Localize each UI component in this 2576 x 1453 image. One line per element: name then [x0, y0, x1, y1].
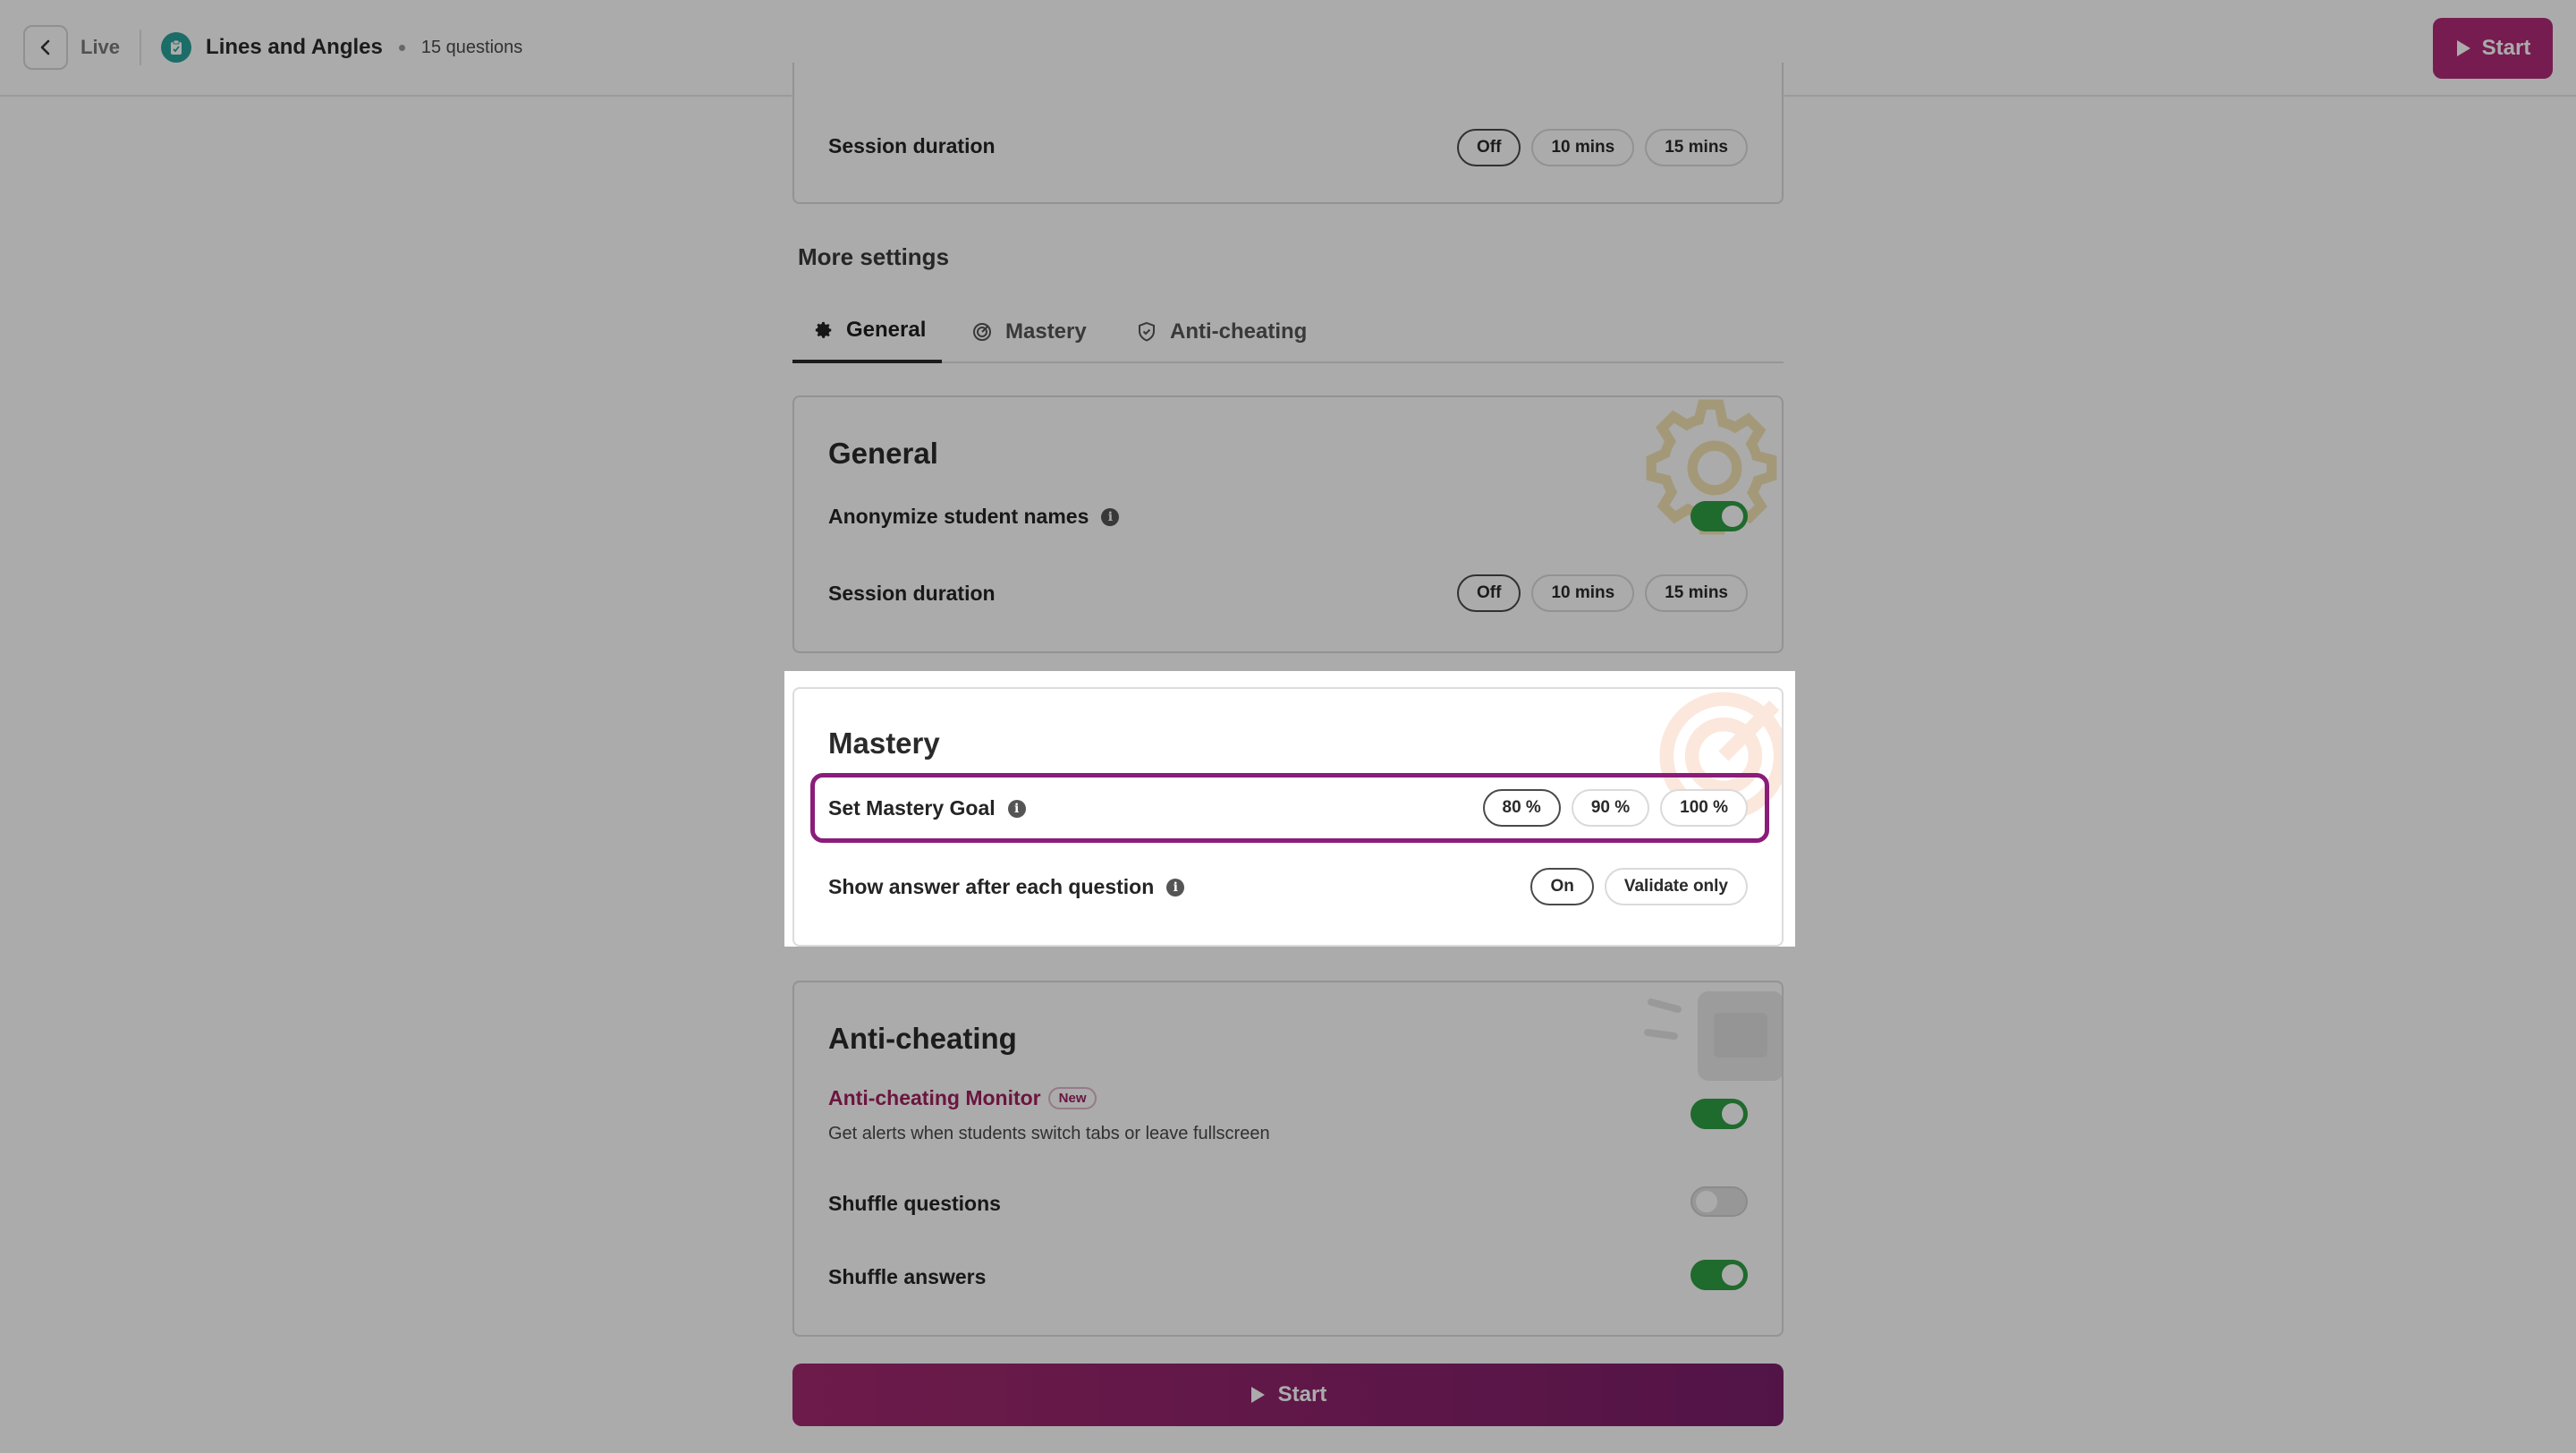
tab-mastery-label: Mastery [1005, 319, 1087, 344]
divider [140, 30, 142, 65]
show-answer-options: On Validate only [1530, 868, 1748, 905]
tab-mastery[interactable]: Mastery [971, 301, 1087, 363]
session-10-option[interactable]: 10 mins [1531, 129, 1635, 166]
shuffle-questions-toggle[interactable] [1690, 1186, 1748, 1217]
quiz-title: Lines and Angles [206, 35, 383, 59]
anti-cheating-title: Anti-cheating [828, 1022, 1017, 1055]
general-session-label: Session duration [828, 582, 996, 605]
tabs-decoration-icon [1644, 991, 1782, 1081]
tab-general[interactable]: General [792, 301, 943, 363]
start-button-bottom[interactable]: Start [792, 1364, 1784, 1426]
play-icon [1250, 1387, 1265, 1403]
show-answer-label: Show answer after each question [828, 875, 1155, 898]
session-card-top: Session duration Off 10 mins 15 mins [792, 63, 1784, 204]
mastery-goal-highlight [810, 773, 1769, 843]
info-icon[interactable]: i [1166, 878, 1185, 896]
quiz-icon [161, 32, 192, 63]
tab-anti-cheating[interactable]: Anti-cheating [1136, 301, 1307, 363]
session-15-option[interactable]: 15 mins [1645, 129, 1748, 166]
settings-tabs: General Mastery Anti-cheating [792, 301, 1784, 363]
answer-validate-option[interactable]: Validate only [1604, 868, 1748, 905]
start-label: Start [1277, 1382, 1327, 1406]
shield-icon [1139, 321, 1155, 342]
monitor-description: Get alerts when students switch tabs or … [828, 1124, 1270, 1143]
show-answer-row: Show answer after each question i [828, 875, 1185, 899]
session-duration-label: Session duration [828, 134, 996, 157]
monitor-toggle[interactable] [1690, 1099, 1748, 1129]
tab-general-label: General [846, 318, 927, 342]
mastery-title: Mastery [828, 726, 940, 760]
target-icon [973, 323, 991, 341]
general-title: General [828, 437, 938, 470]
answer-on-option[interactable]: On [1530, 868, 1594, 905]
general-session-off-option[interactable]: Off [1457, 574, 1521, 612]
general-session-options: Off 10 mins 15 mins [1457, 574, 1748, 612]
shuffle-answers-toggle[interactable] [1690, 1260, 1748, 1290]
gear-icon [815, 321, 832, 338]
anti-cheating-card: Anti-cheating Anti-cheating Monitor New … [792, 981, 1784, 1337]
general-session-15-option[interactable]: 15 mins [1645, 574, 1748, 612]
session-duration-options: Off 10 mins 15 mins [1457, 129, 1748, 166]
start-button-top[interactable]: Start [2433, 18, 2553, 79]
shuffle-questions-label: Shuffle questions [828, 1192, 1001, 1215]
general-session-10-option[interactable]: 10 mins [1531, 574, 1635, 612]
monitor-row: Anti-cheating Monitor New [828, 1086, 1097, 1110]
shuffle-answers-label: Shuffle answers [828, 1265, 987, 1288]
separator-dot [398, 44, 405, 51]
session-off-option[interactable]: Off [1457, 129, 1521, 166]
anonymize-toggle[interactable] [1690, 501, 1748, 531]
back-button[interactable] [23, 25, 68, 70]
tab-anti-cheating-label: Anti-cheating [1170, 319, 1308, 344]
new-badge: New [1047, 1087, 1097, 1109]
monitor-label[interactable]: Anti-cheating Monitor [828, 1086, 1041, 1110]
anonymize-label: Anonymize student names [828, 505, 1089, 528]
general-card: General Anonymize student names i Sessio… [792, 395, 1784, 653]
question-count: 15 questions [420, 37, 523, 57]
play-icon [2456, 40, 2470, 56]
live-label[interactable]: Live [80, 36, 120, 59]
start-label: Start [2481, 36, 2531, 60]
anonymize-row: Anonymize student names i [828, 505, 1120, 529]
info-icon[interactable]: i [1101, 507, 1120, 526]
chevron-left-icon [40, 39, 50, 55]
more-settings-heading: More settings [798, 243, 950, 270]
